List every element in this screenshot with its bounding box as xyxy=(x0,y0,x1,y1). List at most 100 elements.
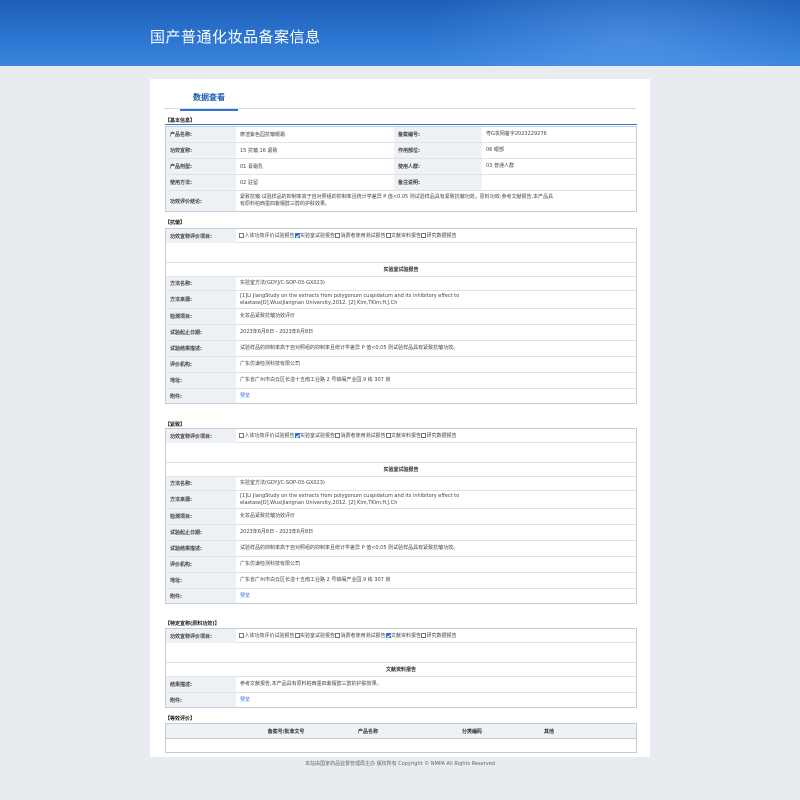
efficacy-claim-value: 15 抗皱,16 紧致 xyxy=(240,148,278,154)
test-item-label: 检测项目: xyxy=(166,309,236,324)
method-name-label: 方法名称: xyxy=(166,477,236,490)
attach-label: 附件: xyxy=(166,693,236,707)
test-date-value: 2023年6月8日 - 2023年6月8日 xyxy=(240,329,314,335)
table-row: 方法名称: 实验室方法(GDYJ/C-SOP-03-GX023) xyxy=(166,277,636,291)
header-glow xyxy=(420,0,800,66)
table-row: 试验结果描述: 试验样品的抑制率高于自对照组的抑制率且统计学差异 P 值<0.0… xyxy=(166,341,636,357)
result-label: 结果描述: xyxy=(166,677,236,692)
table-row: 附件: 预览 xyxy=(166,389,636,403)
checkbox-literature[interactable] xyxy=(385,433,391,438)
eval-options-label: 功效宣称评价项目: xyxy=(166,429,236,443)
special-claim-table: 功效宣称评价项目: 人体功效评价试验报告 实验室试验报告 消费者使用测试报告 文… xyxy=(165,628,637,708)
tab-data-view[interactable]: 数据查看 xyxy=(180,92,238,111)
remarks-label: 备注说明: xyxy=(394,175,482,190)
method-source-value: [1]Li JiangStudy on the extracts from po… xyxy=(240,292,460,306)
page-header: 国产普通化妆品备案信息 xyxy=(0,0,800,66)
eval-options-row: 功效宣称评价项目: 人体功效评价试验报告 实验室试验报告 消费者使用测试报告 文… xyxy=(166,429,636,443)
eval-options-label: 功效宣称评价项目: xyxy=(166,229,236,243)
table-row: 产品剂型: 01 膏霜乳 使用人群: 03 普通人群 xyxy=(166,159,636,175)
checkbox-consumer-test[interactable] xyxy=(335,633,341,638)
conclusion-label: 功效评价结论: xyxy=(166,191,236,211)
result-label: 试验结果描述: xyxy=(166,541,236,556)
literature-report-subhead: 文献资料报告 xyxy=(166,663,636,677)
lab-report-subhead: 实验室试验报告 xyxy=(166,263,636,277)
table-row: 附件: 预览 xyxy=(166,693,636,707)
usage-method-value: 02 驻留 xyxy=(240,180,258,186)
eval-options: 人体功效评价试验报告 实验室试验报告 消费者使用测试报告 文献资料报告 研究数据… xyxy=(236,432,636,439)
org-value: 广东优谦检测科技有限公司 xyxy=(240,361,301,367)
record-no-label: 备案编号: xyxy=(394,127,482,142)
checkbox-consumer-test[interactable] xyxy=(335,433,341,438)
checkbox-literature[interactable] xyxy=(385,233,391,238)
test-date-label: 试验起止日期: xyxy=(166,325,236,340)
checkbox-lab-test[interactable] xyxy=(294,433,300,438)
option-consumer-test: 消费者使用测试报告 xyxy=(340,633,386,639)
attach-label: 附件: xyxy=(166,389,236,403)
col-product-name: 产品名称 xyxy=(357,728,378,735)
product-name-label: 产品名称: xyxy=(166,127,236,142)
conclusion-value: 紧致抗皱:试验样品的抑制率高于自对照组的抑制率且统计学差异 P 值<0.05 则… xyxy=(240,194,554,207)
option-lab-test: 实验室试验报告 xyxy=(300,633,336,639)
checkbox-human-test[interactable] xyxy=(239,633,244,638)
attach-preview-link[interactable]: 预览 xyxy=(240,393,250,399)
eval-options-label: 功效宣称评价项目: xyxy=(166,629,236,643)
table-row: 方法来源: [1]Li JiangStudy on the extracts f… xyxy=(166,291,636,309)
method-source-value: [1]Li JiangStudy on the extracts from po… xyxy=(240,492,460,506)
table-row: 评价机构: 广东优谦检测科技有限公司 xyxy=(166,557,636,573)
option-research-data: 研究数据报告 xyxy=(426,233,457,239)
product-name-value: 摩渲紫色园抗皱眼霜 xyxy=(240,132,286,138)
option-research-data: 研究数据报告 xyxy=(426,433,457,439)
method-source-label: 方法来源: xyxy=(166,291,236,308)
org-value: 广东优谦检测科技有限公司 xyxy=(240,561,301,567)
spacer-row xyxy=(166,643,636,663)
dosage-form-label: 产品剂型: xyxy=(166,159,236,174)
eval-options-row: 功效宣称评价项目: 人体功效评价试验报告 实验室试验报告 消费者使用测试报告 文… xyxy=(166,229,636,243)
firming-table: 功效宣称评价项目: 人体功效评价试验报告 实验室试验报告 消费者使用测试报告 文… xyxy=(165,428,637,604)
checkbox-human-test[interactable] xyxy=(239,433,244,438)
test-item-value: 化妆品紧致抗皱功效评价 xyxy=(240,513,296,519)
method-name-label: 方法名称: xyxy=(166,277,236,290)
page-title: 国产普通化妆品备案信息 xyxy=(150,28,321,46)
checkbox-lab-test[interactable] xyxy=(294,233,300,238)
org-label: 评价机构: xyxy=(166,357,236,372)
option-literature: 文献资料报告 xyxy=(391,233,422,239)
tab-bar: 数据查看 xyxy=(164,87,636,111)
option-human-test: 人体功效评价试验报告 xyxy=(244,633,295,639)
checkbox-research-data[interactable] xyxy=(421,233,427,238)
spacer-row xyxy=(166,243,636,263)
section-title-special-claim: 【特定宣称(原料功效)】 xyxy=(165,621,220,627)
table-row: 方法名称: 实验室方法(GDYJ/C-SOP-03-GX023) xyxy=(166,477,636,491)
equivalent-table-header: 备案号/批准文号 产品名称 分类编码 其他 xyxy=(166,724,636,739)
usage-method-label: 使用方法: xyxy=(166,175,236,190)
eval-options-row: 功效宣称评价项目: 人体功效评价试验报告 实验室试验报告 消费者使用测试报告 文… xyxy=(166,629,636,643)
basic-info-divider xyxy=(165,124,637,125)
table-row: 结果描述: 参考文献报告,本产品具有原料柏西墨四紫檀醇三醇的护肤效果。 xyxy=(166,677,636,693)
option-consumer-test: 消费者使用测试报告 xyxy=(340,233,386,239)
checkbox-literature[interactable] xyxy=(385,633,391,638)
address-label: 地址: xyxy=(166,573,236,588)
checkbox-research-data[interactable] xyxy=(421,433,427,438)
attach-preview-link[interactable]: 预览 xyxy=(240,697,250,703)
checkbox-consumer-test[interactable] xyxy=(335,233,341,238)
result-value: 试验样品的抑制率高于自对照组的抑制率且统计学差异 P 值<0.05 则试验样品具… xyxy=(240,545,459,551)
test-item-label: 检测项目: xyxy=(166,509,236,524)
checkbox-lab-test[interactable] xyxy=(294,633,300,638)
option-literature: 文献资料报告 xyxy=(391,433,422,439)
basic-info-table: 产品名称: 摩渲紫色园抗皱眼霜 备案编号: 粤G妆网备字2023229276 功… xyxy=(165,126,637,212)
checkbox-human-test[interactable] xyxy=(239,233,244,238)
attach-preview-link[interactable]: 预览 xyxy=(240,593,250,599)
result-value: 试验样品的抑制率高于自对照组的抑制率且统计学差异 P 值<0.05 则试验样品具… xyxy=(240,345,459,351)
table-row: 试验结果描述: 试验样品的抑制率高于自对照组的抑制率且统计学差异 P 值<0.0… xyxy=(166,541,636,557)
table-row: 检测项目: 化妆品紧致抗皱功效评价 xyxy=(166,509,636,525)
efficacy-claim-label: 功效宣称: xyxy=(166,143,236,158)
section-title-equivalent: 【等效评价】 xyxy=(165,716,196,722)
option-human-test: 人体功效评价试验报告 xyxy=(244,233,295,239)
option-research-data: 研究数据报告 xyxy=(426,633,457,639)
eval-options: 人体功效评价试验报告 实验室试验报告 消费者使用测试报告 文献资料报告 研究数据… xyxy=(236,632,636,639)
address-value: 广东省广州市白云区长湴十五南工业路 2 号锦闽产业园 9 栋 307 房 xyxy=(240,377,391,383)
table-row: 方法来源: [1]Li JiangStudy on the extracts f… xyxy=(166,491,636,509)
table-row: 试验起止日期: 2023年6月8日 - 2023年6月8日 xyxy=(166,325,636,341)
result-label: 试验结果描述: xyxy=(166,341,236,356)
checkbox-research-data[interactable] xyxy=(421,633,427,638)
table-row: 试验起止日期: 2023年6月8日 - 2023年6月8日 xyxy=(166,525,636,541)
